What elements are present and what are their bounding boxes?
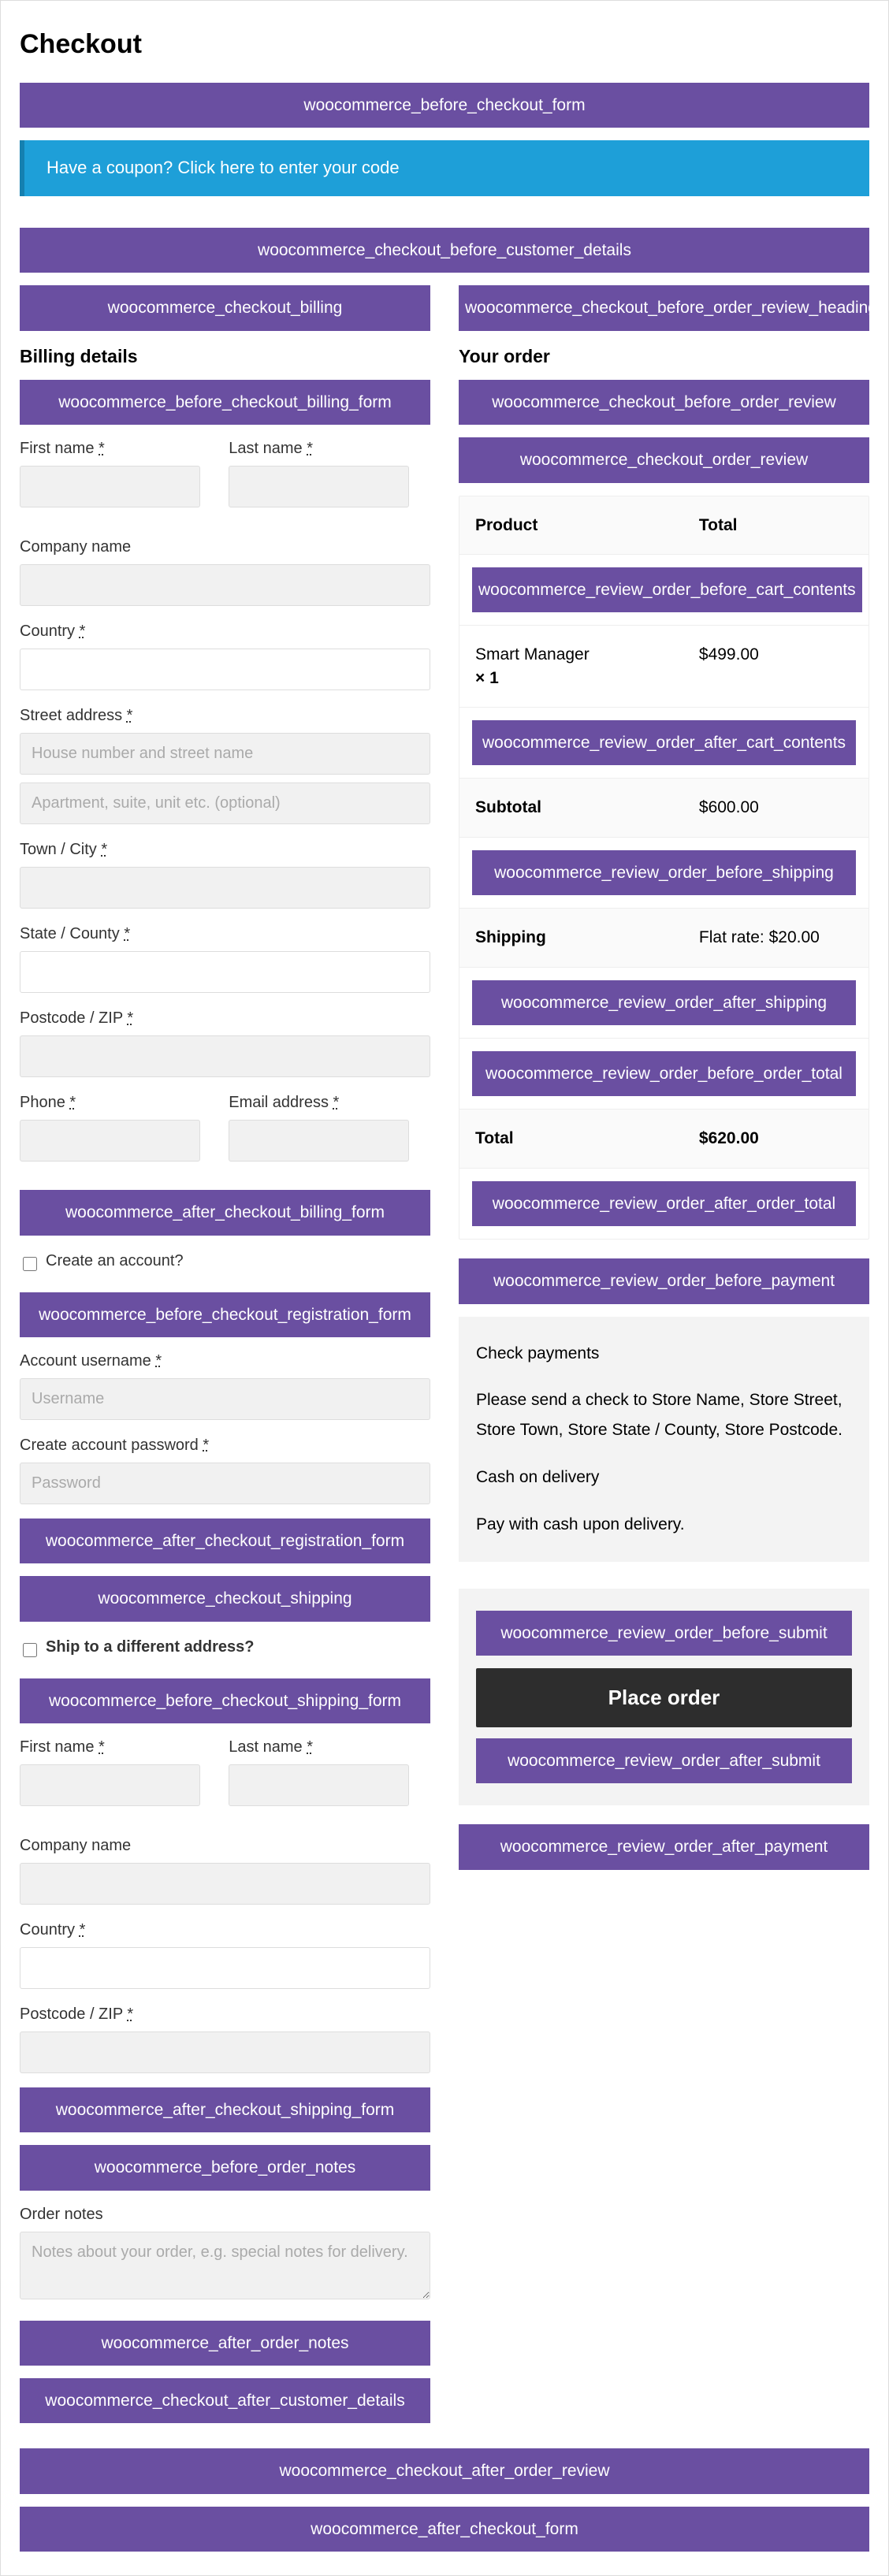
shipping-last-name-label: Last name * xyxy=(229,1736,409,1758)
shipping-first-name-label: First name * xyxy=(20,1736,200,1758)
hook-review-after-cart-contents: woocommerce_review_order_after_cart_cont… xyxy=(472,720,856,765)
billing-phone-input[interactable] xyxy=(20,1120,200,1162)
payment-check-title[interactable]: Check payments xyxy=(476,1339,852,1369)
shipping-company-input[interactable] xyxy=(20,1863,430,1905)
hook-review-before-cart-contents: woocommerce_review_order_before_cart_con… xyxy=(472,567,862,612)
account-username-label: Account username * xyxy=(20,1350,430,1372)
hook-after-order-notes: woocommerce_after_order_notes xyxy=(20,2321,430,2366)
hook-after-checkout-form: woocommerce_after_checkout_form xyxy=(20,2507,869,2552)
payment-cod-desc: Pay with cash upon delivery. xyxy=(476,1510,852,1540)
billing-state-input[interactable] xyxy=(20,951,430,993)
shipping-first-name-input[interactable] xyxy=(20,1764,200,1806)
billing-phone-label: Phone * xyxy=(20,1091,200,1113)
hook-before-checkout-form: woocommerce_before_checkout_form xyxy=(20,83,869,128)
billing-heading: Billing details xyxy=(20,344,430,369)
hook-checkout-shipping: woocommerce_checkout_shipping xyxy=(20,1576,430,1621)
create-account-checkbox[interactable] xyxy=(23,1257,37,1271)
billing-town-input[interactable] xyxy=(20,867,430,909)
order-notes-input[interactable] xyxy=(20,2232,430,2299)
order-subtotal-value: $600.00 xyxy=(683,779,869,836)
hook-before-order-notes: woocommerce_before_order_notes xyxy=(20,2145,430,2190)
billing-company-label: Company name xyxy=(20,536,430,558)
hook-after-billing-form: woocommerce_after_checkout_billing_form xyxy=(20,1190,430,1235)
order-notes-label: Order notes xyxy=(20,2203,430,2225)
order-shipping-label: Shipping xyxy=(459,909,683,966)
billing-street-label: Street address * xyxy=(20,704,430,727)
hook-checkout-billing: woocommerce_checkout_billing xyxy=(20,285,430,330)
billing-first-name-input[interactable] xyxy=(20,466,200,507)
account-password-input[interactable] xyxy=(20,1463,430,1504)
hook-after-customer-details: woocommerce_checkout_after_customer_deta… xyxy=(20,2378,430,2423)
hook-review-before-submit: woocommerce_review_order_before_submit xyxy=(476,1611,852,1656)
billing-postcode-label: Postcode / ZIP * xyxy=(20,1007,430,1029)
hook-review-before-payment: woocommerce_review_order_before_payment xyxy=(459,1258,869,1303)
hook-after-shipping-form: woocommerce_after_checkout_shipping_form xyxy=(20,2087,430,2132)
order-item-name: Smart Manager× 1 xyxy=(459,626,683,707)
hook-before-billing-form: woocommerce_before_checkout_billing_form xyxy=(20,380,430,425)
shipping-postcode-input[interactable] xyxy=(20,2031,430,2073)
hook-before-registration-form: woocommerce_before_checkout_registration… xyxy=(20,1292,430,1337)
hook-review-after-shipping: woocommerce_review_order_after_shipping xyxy=(472,980,856,1025)
billing-last-name-label: Last name * xyxy=(229,437,409,459)
billing-first-name-label: First name * xyxy=(20,437,200,459)
shipping-postcode-label: Postcode / ZIP * xyxy=(20,2003,430,2025)
coupon-notice[interactable]: Have a coupon? Click here to enter your … xyxy=(20,140,869,196)
ship-different-label: Ship to a different address? xyxy=(46,1636,254,1658)
hook-review-before-order-total: woocommerce_review_order_before_order_to… xyxy=(472,1051,856,1096)
order-shipping-value: Flat rate: $20.00 xyxy=(683,909,869,966)
hook-before-shipping-form: woocommerce_before_checkout_shipping_for… xyxy=(20,1678,430,1723)
hook-after-order-review: woocommerce_checkout_after_order_review xyxy=(20,2448,869,2493)
billing-country-input[interactable] xyxy=(20,649,430,690)
order-total-label: Total xyxy=(459,1110,683,1167)
billing-state-label: State / County * xyxy=(20,923,430,945)
order-total-head: Total xyxy=(683,496,869,554)
order-total-value: $620.00 xyxy=(683,1110,869,1167)
hook-order-review: woocommerce_checkout_order_review xyxy=(459,437,869,482)
payment-check-desc: Please send a check to Store Name, Store… xyxy=(476,1385,852,1445)
shipping-country-input[interactable] xyxy=(20,1947,430,1989)
ship-different-checkbox[interactable] xyxy=(23,1643,37,1657)
hook-before-order-review: woocommerce_checkout_before_order_review xyxy=(459,380,869,425)
shipping-last-name-input[interactable] xyxy=(229,1764,409,1806)
billing-last-name-input[interactable] xyxy=(229,466,409,507)
order-subtotal-label: Subtotal xyxy=(459,779,683,836)
payment-cod-title[interactable]: Cash on delivery xyxy=(476,1463,852,1492)
account-username-input[interactable] xyxy=(20,1378,430,1420)
billing-postcode-input[interactable] xyxy=(20,1035,430,1077)
billing-email-label: Email address * xyxy=(229,1091,409,1113)
order-review-table: Product Total woocommerce_review_order_b… xyxy=(459,496,869,1240)
hook-review-before-shipping: woocommerce_review_order_before_shipping xyxy=(472,850,856,895)
order-product-head: Product xyxy=(459,496,683,554)
shipping-country-label: Country * xyxy=(20,1919,430,1941)
hook-review-after-order-total: woocommerce_review_order_after_order_tot… xyxy=(472,1181,856,1226)
billing-street1-input[interactable] xyxy=(20,733,430,775)
billing-company-input[interactable] xyxy=(20,564,430,606)
hook-before-order-review-heading: woocommerce_checkout_before_order_review… xyxy=(459,285,869,330)
hook-after-registration-form: woocommerce_after_checkout_registration_… xyxy=(20,1518,430,1563)
order-item-total: $499.00 xyxy=(683,626,869,707)
place-order-button[interactable]: Place order xyxy=(476,1668,852,1727)
hook-review-after-submit: woocommerce_review_order_after_submit xyxy=(476,1738,852,1783)
billing-email-input[interactable] xyxy=(229,1120,409,1162)
shipping-company-label: Company name xyxy=(20,1834,430,1857)
order-heading: Your order xyxy=(459,344,869,369)
billing-country-label: Country * xyxy=(20,620,430,642)
account-password-label: Create account password * xyxy=(20,1434,430,1456)
billing-street2-input[interactable] xyxy=(20,782,430,824)
page-title: Checkout xyxy=(20,26,869,64)
billing-town-label: Town / City * xyxy=(20,838,430,861)
hook-before-customer-details: woocommerce_checkout_before_customer_det… xyxy=(20,228,869,273)
payment-methods: Check payments Please send a check to St… xyxy=(459,1317,869,1562)
create-account-label: Create an account? xyxy=(46,1250,184,1272)
hook-review-after-payment: woocommerce_review_order_after_payment xyxy=(459,1824,869,1869)
